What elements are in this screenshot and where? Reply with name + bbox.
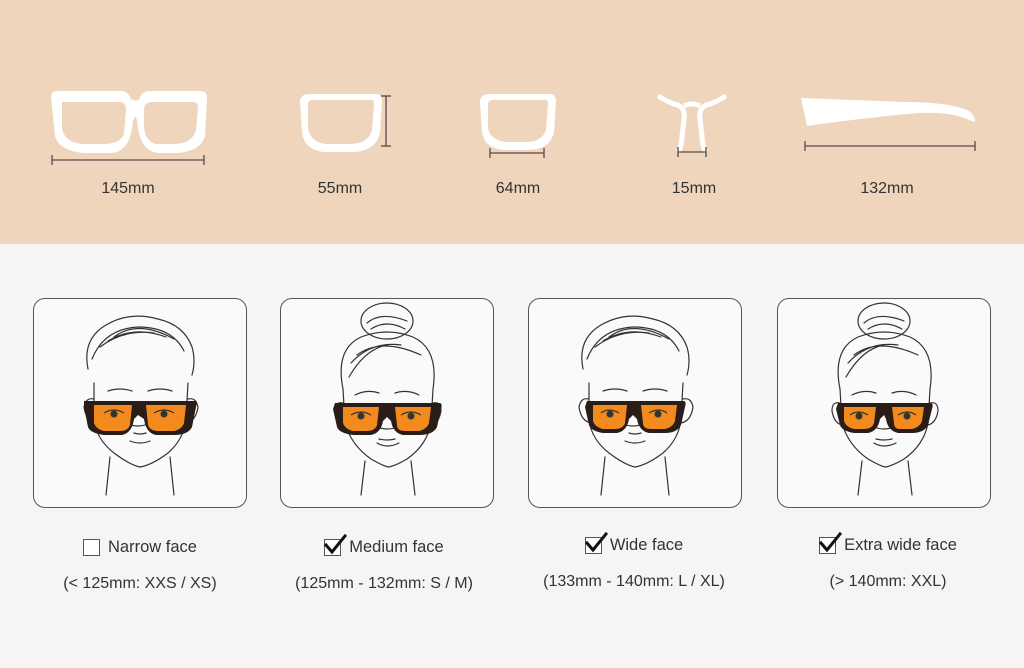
checkbox-checked-icon[interactable] — [584, 532, 608, 554]
face-card-extra-wide — [777, 298, 991, 508]
male-face-illustration — [578, 315, 694, 496]
option-title: Medium face — [349, 538, 444, 556]
measurement-lens-width: 64mm — [418, 80, 618, 210]
female-face-illustration — [333, 302, 442, 496]
face-card-wide — [528, 298, 742, 508]
option-extra-wide-face: Extra wide face (> 140mm: XXL) — [764, 532, 1012, 591]
checkbox-unchecked-icon[interactable] — [83, 539, 101, 556]
frame-width-icon — [50, 91, 208, 165]
option-range: (< 125mm: XXS / XS) — [63, 575, 217, 592]
lens-height-label: 55mm — [317, 180, 363, 197]
option-range: (133mm - 140mm: L / XL) — [543, 573, 725, 590]
bridge-width-label: 15mm — [671, 180, 717, 197]
measurement-lens-height: 55mm — [240, 80, 440, 210]
temple-length-icon — [801, 98, 976, 151]
face-card-narrow — [33, 298, 247, 508]
option-title: Wide face — [609, 536, 684, 554]
lens-height-icon — [300, 94, 391, 152]
option-range: (> 140mm: XXL) — [829, 573, 947, 590]
option-wide-face: Wide face (133mm - 140mm: L / XL) — [510, 532, 758, 591]
checkbox-checked-icon[interactable] — [818, 532, 843, 554]
measurement-temple-length: 132mm — [787, 80, 987, 210]
bridge-width-icon — [656, 93, 728, 157]
male-face-illustration — [83, 315, 199, 496]
option-medium-face: Medium face (125mm - 132mm: S / M) — [260, 534, 508, 593]
option-title: Narrow face — [108, 538, 197, 556]
measurement-frame-width: 145mm — [28, 80, 228, 210]
checkmark-icon — [324, 534, 348, 555]
option-narrow-face: Narrow face (< 125mm: XXS / XS) — [16, 538, 264, 593]
option-range: (125mm - 132mm: S / M) — [295, 575, 473, 592]
female-face-illustration — [831, 302, 939, 496]
checkmark-icon — [584, 532, 608, 553]
face-card-medium — [280, 298, 494, 508]
temple-length-label: 132mm — [860, 180, 914, 197]
checkmark-icon — [818, 532, 843, 553]
lens-width-label: 64mm — [495, 180, 541, 197]
measurement-bridge-width: 15mm — [594, 80, 794, 210]
frame-width-label: 145mm — [101, 180, 155, 197]
checkbox-checked-icon[interactable] — [324, 534, 348, 556]
lens-width-icon — [480, 94, 556, 158]
option-title: Extra wide face — [844, 536, 957, 554]
